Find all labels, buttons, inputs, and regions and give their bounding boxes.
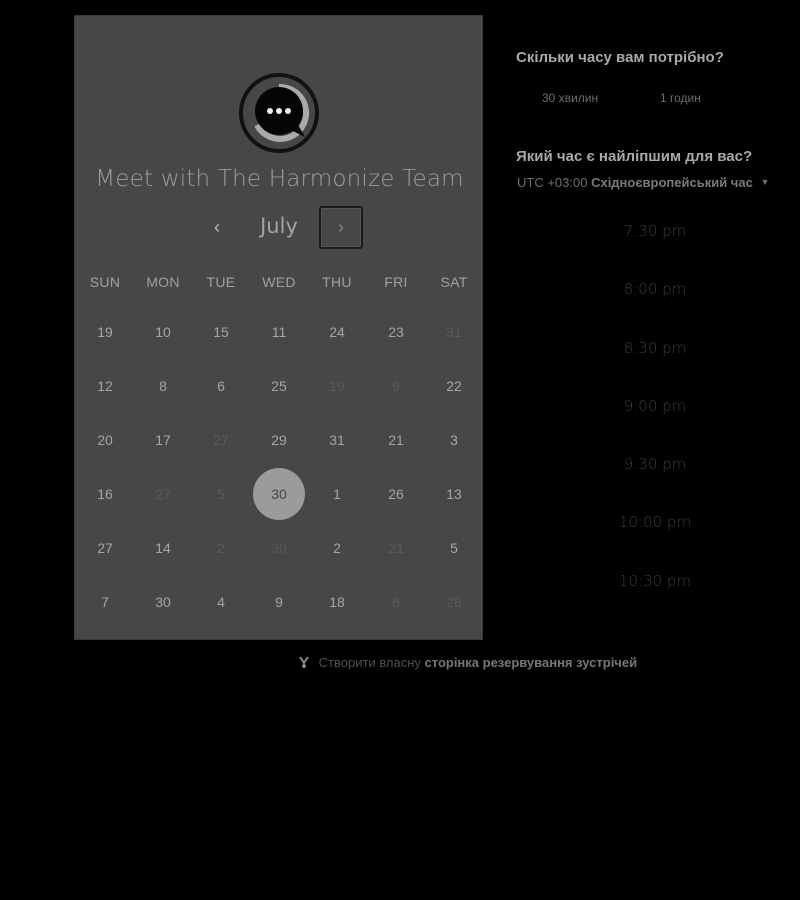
time-slot[interactable]: 9:30 pm: [600, 455, 710, 473]
calendar-day[interactable]: 21: [370, 414, 422, 466]
calendar-day: 5: [217, 486, 225, 502]
calendar-day[interactable]: 11: [253, 306, 305, 358]
calendar-day[interactable]: 20: [79, 414, 131, 466]
brand-mark-icon: [299, 656, 309, 668]
weekday-header: SUN MON TUE WED THU FRI SAT: [75, 274, 484, 294]
calendar-day: 27: [213, 432, 229, 448]
month-navigation: ‹ July ›: [75, 206, 484, 250]
calendar-day[interactable]: 19: [79, 306, 131, 358]
timezone-selector[interactable]: UTC +03:00 Східноєвропейський час ▼: [517, 175, 769, 190]
calendar-day[interactable]: 6: [195, 360, 247, 412]
selected-date[interactable]: 30: [253, 468, 305, 520]
calendar-day[interactable]: 16: [79, 468, 131, 520]
calendar-day: 19: [329, 378, 345, 394]
calendar-day[interactable]: 7: [79, 576, 131, 628]
next-month-button[interactable]: ›: [319, 206, 363, 249]
chat-bubble-logo-icon: [239, 73, 319, 153]
duration-question: Скільки часу вам потрібно?: [516, 49, 724, 66]
calendar-day[interactable]: 22: [428, 360, 480, 412]
calendar-day[interactable]: 31: [311, 414, 363, 466]
time-slot[interactable]: 8:30 pm: [600, 339, 710, 357]
calendar-day: 9: [392, 378, 400, 394]
calendar-day[interactable]: 13: [428, 468, 480, 520]
time-slot[interactable]: 8:00 pm: [600, 280, 710, 298]
calendar-day: 21: [388, 540, 404, 556]
time-slot[interactable]: 10:00 pm: [600, 513, 710, 531]
calendar-day[interactable]: 25: [253, 360, 305, 412]
weekday-tue: TUE: [206, 274, 236, 290]
caret-down-icon: ▼: [760, 177, 770, 187]
weekday-fri: FRI: [384, 274, 408, 290]
calendar-day: 31: [446, 324, 462, 340]
previous-month-button[interactable]: ‹: [203, 214, 231, 242]
footer-link-text: сторінка резервування зустрічей: [424, 655, 638, 670]
calendar-day[interactable]: 17: [137, 414, 189, 466]
calendar-day[interactable]: 14: [137, 522, 189, 574]
month-label: July: [260, 214, 298, 238]
calendar-day[interactable]: 5: [428, 522, 480, 574]
weekday-thu: THU: [322, 274, 352, 290]
calendar-day: 2: [217, 540, 225, 556]
time-slot[interactable]: 10:30 pm: [600, 572, 710, 590]
timezone-name: Східноєвропейський час: [591, 175, 753, 190]
calendar-day[interactable]: 4: [195, 576, 247, 628]
calendar-day[interactable]: 12: [79, 360, 131, 412]
calendar-day[interactable]: 10: [137, 306, 189, 358]
calendar-day: 6: [392, 594, 400, 610]
calendar-day[interactable]: 27: [79, 522, 131, 574]
calendar-day[interactable]: 23: [370, 306, 422, 358]
footer-prefix: Створити власну: [318, 655, 421, 670]
calendar-day: 27: [155, 486, 171, 502]
weekday-sun: SUN: [89, 274, 121, 290]
booking-calendar-card: Meet with The Harmonize Team ‹ July › SU…: [74, 15, 483, 640]
calendar-day[interactable]: 15: [195, 306, 247, 358]
timezone-offset: UTC +03:00: [517, 175, 588, 190]
calendar-day[interactable]: 8: [137, 360, 189, 412]
duration-option-1-hour[interactable]: 1 годин: [660, 91, 701, 105]
calendar-day[interactable]: 18: [311, 576, 363, 628]
calendar-day[interactable]: 3: [428, 414, 480, 466]
calendar-day[interactable]: 2: [311, 522, 363, 574]
weekday-wed: WED: [262, 274, 296, 290]
calendar-day[interactable]: 30: [137, 576, 189, 628]
weekday-sat: SAT: [440, 274, 468, 290]
weekday-mon: MON: [146, 274, 180, 290]
duration-option-30-min[interactable]: 30 хвилин: [542, 91, 598, 105]
calendar-day[interactable]: 24: [311, 306, 363, 358]
calendar-day[interactable]: 9: [253, 576, 305, 628]
calendar-day: 28: [446, 594, 462, 610]
calendar-day[interactable]: 26: [370, 468, 422, 520]
calendar-day: 30: [271, 540, 287, 556]
meeting-title: Meet with The Harmonize Team: [95, 166, 464, 192]
create-booking-page-link[interactable]: Створити власну сторінка резервування зу…: [297, 655, 637, 670]
calendar-day[interactable]: 1: [311, 468, 363, 520]
time-question: Який час є найліпшим для вас?: [516, 148, 753, 165]
time-slot[interactable]: 7:30 pm: [600, 222, 710, 240]
time-slot[interactable]: 9:00 pm: [600, 397, 710, 415]
calendar-day[interactable]: 29: [253, 414, 305, 466]
